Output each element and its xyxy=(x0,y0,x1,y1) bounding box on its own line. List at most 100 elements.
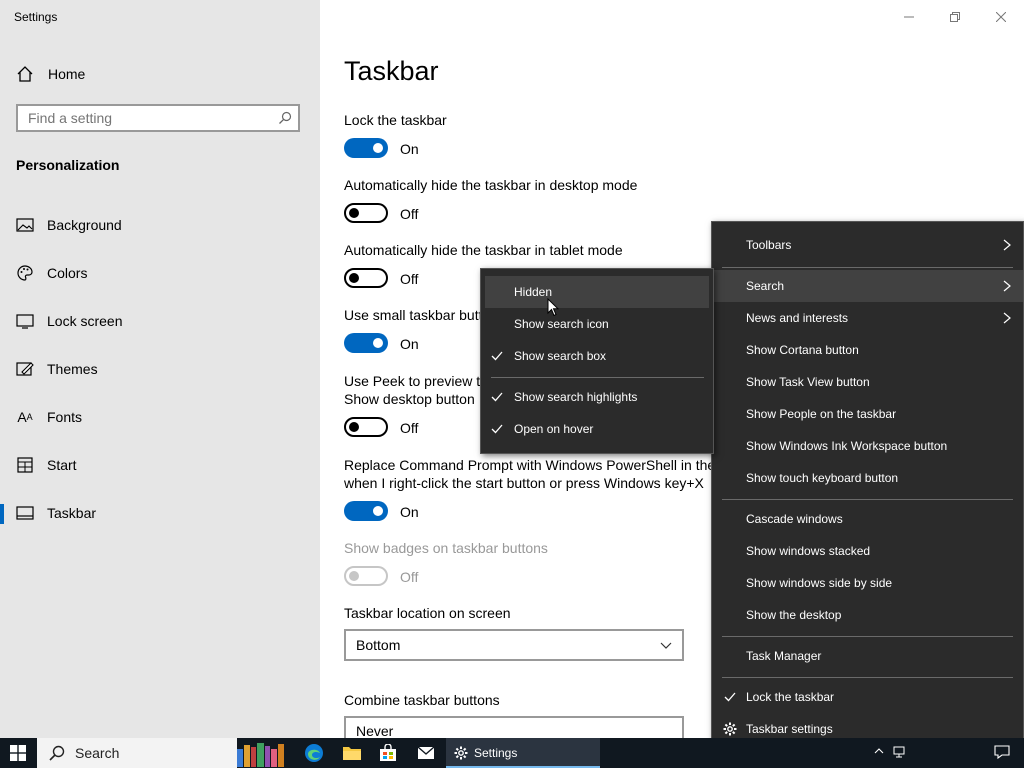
notification-icon[interactable] xyxy=(994,745,1010,759)
menu-item-search[interactable]: Search xyxy=(712,270,1023,302)
edge-button[interactable] xyxy=(296,738,332,768)
network-icon[interactable] xyxy=(892,745,906,759)
picture-icon xyxy=(16,216,34,234)
toggle-state: Off xyxy=(400,271,419,287)
menu-item-show-task-view[interactable]: Show Task View button xyxy=(712,366,1023,398)
sidebar-item-label: Start xyxy=(47,457,77,473)
system-tray xyxy=(864,738,1024,768)
menu-item-label: News and interests xyxy=(746,311,849,325)
menu-item-show-cortana[interactable]: Show Cortana button xyxy=(712,334,1023,366)
search-icon[interactable] xyxy=(278,111,292,125)
sidebar-item-taskbar[interactable]: Taskbar xyxy=(0,493,320,533)
sidebar-item-background[interactable]: Background xyxy=(0,205,320,245)
submenu-item-open-on-hover[interactable]: Open on hover xyxy=(481,413,713,445)
store-button[interactable] xyxy=(370,738,406,768)
badges-toggle xyxy=(344,566,388,586)
menu-item-label: Show search box xyxy=(514,349,607,363)
small-buttons-toggle[interactable] xyxy=(344,333,388,353)
menu-item-show-touch-keyboard[interactable]: Show touch keyboard button xyxy=(712,462,1023,494)
nav-home-label: Home xyxy=(48,66,86,82)
minimize-button[interactable] xyxy=(886,6,932,28)
setting-label: Show desktop button xyxy=(344,391,475,407)
sidebar-item-start[interactable]: Start xyxy=(0,445,320,485)
toggle-state: On xyxy=(400,336,419,352)
setting-label: Replace Command Prompt with Windows Powe… xyxy=(344,457,716,473)
sidebar-item-label: Themes xyxy=(47,361,98,377)
sidebar-item-lock-screen[interactable]: Lock screen xyxy=(0,301,320,341)
submenu-item-hidden[interactable]: Hidden xyxy=(485,276,709,308)
peek-toggle[interactable] xyxy=(344,417,388,437)
powershell-toggle[interactable] xyxy=(344,501,388,521)
submenu-item-show-search-icon[interactable]: Show search icon xyxy=(481,308,713,340)
sidebar-item-fonts[interactable]: AA Fonts xyxy=(0,397,320,437)
restore-button[interactable] xyxy=(932,6,978,28)
folder-icon xyxy=(343,747,361,760)
sidebar-item-label: Fonts xyxy=(47,409,83,425)
menu-item-label: Taskbar settings xyxy=(746,722,833,736)
menu-item-label: Show search highlights xyxy=(514,390,638,404)
menu-separator xyxy=(722,267,1013,268)
menu-item-task-manager[interactable]: Task Manager xyxy=(712,640,1023,672)
start-button[interactable] xyxy=(0,738,36,768)
books-icon xyxy=(237,743,284,767)
menu-item-toolbars[interactable]: Toolbars xyxy=(712,229,1023,261)
menu-item-label: Show search icon xyxy=(514,317,609,331)
nav-home[interactable]: Home xyxy=(16,62,85,86)
chevron-right-icon xyxy=(1003,280,1011,292)
setting-label: Automatically hide the taskbar in deskto… xyxy=(344,177,638,193)
menu-item-show-desktop[interactable]: Show the desktop xyxy=(712,599,1023,631)
palette-icon xyxy=(16,264,34,282)
submenu-item-show-search-box[interactable]: Show search box xyxy=(481,340,713,372)
mail-button[interactable] xyxy=(408,738,444,768)
find-setting-input[interactable] xyxy=(18,106,268,130)
setting-label: Show badges on taskbar buttons xyxy=(344,540,548,556)
menu-item-news-and-interests[interactable]: News and interests xyxy=(712,302,1023,334)
menu-item-cascade-windows[interactable]: Cascade windows xyxy=(712,503,1023,535)
chevron-down-icon xyxy=(660,642,672,649)
chevron-up-icon[interactable] xyxy=(874,746,884,756)
mail-icon xyxy=(417,746,435,759)
file-explorer-button[interactable] xyxy=(334,738,370,768)
font-icon: AA xyxy=(17,409,33,425)
close-icon xyxy=(996,12,1006,22)
search-icon xyxy=(49,745,65,761)
menu-separator xyxy=(722,499,1013,500)
sidebar-item-label: Colors xyxy=(47,265,88,281)
submenu-item-show-search-highlights[interactable]: Show search highlights xyxy=(481,381,713,413)
taskbar-settings-label: Settings xyxy=(474,746,518,760)
close-button[interactable] xyxy=(978,6,1024,28)
find-setting-search[interactable] xyxy=(16,104,300,132)
menu-item-label: Show Task View button xyxy=(746,375,870,389)
menu-item-show-ink-workspace[interactable]: Show Windows Ink Workspace button xyxy=(712,430,1023,462)
menu-item-label: Cascade windows xyxy=(746,512,843,526)
checkmark-icon xyxy=(491,392,503,402)
sidebar-item-themes[interactable]: Themes xyxy=(0,349,320,389)
restore-icon xyxy=(950,12,960,22)
menu-separator xyxy=(722,636,1013,637)
gear-icon xyxy=(454,746,468,760)
taskbar-search-box[interactable]: Search xyxy=(37,738,284,768)
menu-item-label: Show the desktop xyxy=(746,608,842,622)
menu-item-lock-taskbar[interactable]: Lock the taskbar xyxy=(712,681,1023,713)
menu-item-label: Hidden xyxy=(514,285,553,299)
autohide-tablet-toggle[interactable] xyxy=(344,268,388,288)
menu-item-label: Show People on the taskbar xyxy=(746,407,897,421)
menu-item-windows-side-by-side[interactable]: Show windows side by side xyxy=(712,567,1023,599)
gear-icon xyxy=(723,722,737,736)
lock-taskbar-toggle[interactable] xyxy=(344,138,388,158)
menu-item-label: Search xyxy=(746,279,785,293)
menu-item-windows-stacked[interactable]: Show windows stacked xyxy=(712,535,1023,567)
brush-icon xyxy=(16,360,34,378)
menu-item-label: Toolbars xyxy=(746,238,792,252)
taskbar-settings-app[interactable]: Settings xyxy=(446,738,600,768)
setting-label: Combine taskbar buttons xyxy=(344,692,500,708)
autohide-desktop-toggle[interactable] xyxy=(344,203,388,223)
setting-label: Taskbar location on screen xyxy=(344,605,511,621)
menu-item-show-people[interactable]: Show People on the taskbar xyxy=(712,398,1023,430)
setting-label: when I right-click the start button or p… xyxy=(344,475,704,491)
sidebar-item-colors[interactable]: Colors xyxy=(0,253,320,293)
checkmark-icon xyxy=(491,351,503,361)
menu-item-label: Show windows side by side xyxy=(746,576,893,590)
taskbar-location-dropdown[interactable]: Bottom xyxy=(344,629,684,661)
minimize-icon xyxy=(904,16,914,18)
